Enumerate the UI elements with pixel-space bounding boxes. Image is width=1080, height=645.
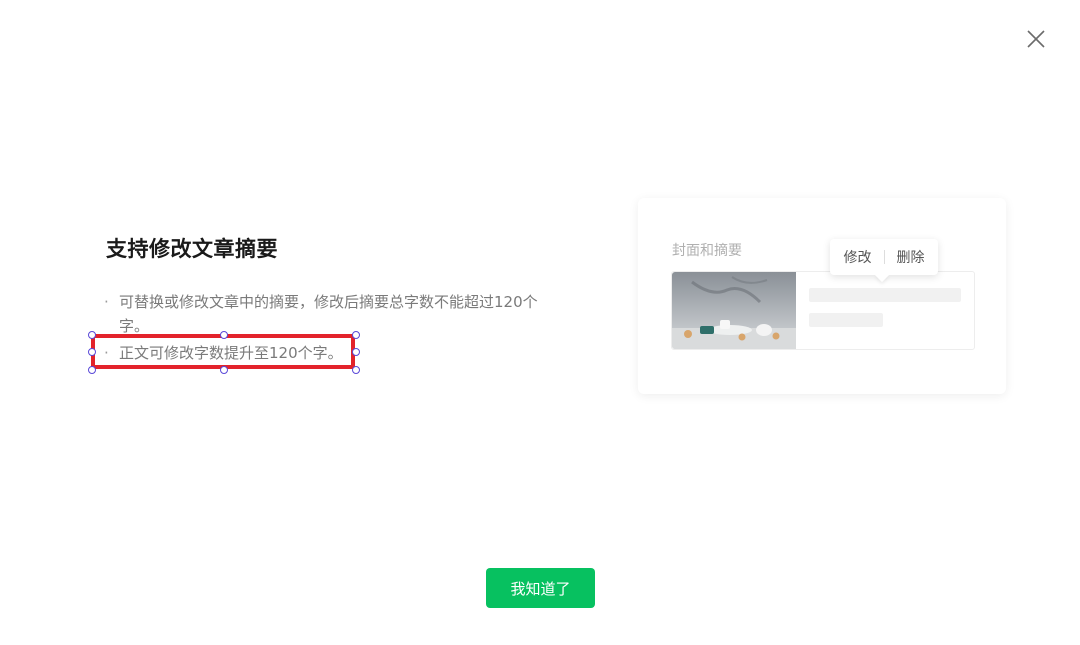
resize-handle[interactable] bbox=[352, 366, 360, 374]
edit-button[interactable]: 修改 bbox=[832, 247, 884, 267]
selection-highlight bbox=[91, 334, 355, 369]
feature-text: 可替换或修改文章中的摘要，修改后摘要总字数不能超过120个字。 bbox=[119, 293, 538, 335]
list-item: · 可替换或修改文章中的摘要，修改后摘要总字数不能超过120个字。 bbox=[104, 290, 566, 338]
delete-button[interactable]: 删除 bbox=[885, 247, 937, 267]
resize-handle[interactable] bbox=[352, 331, 360, 339]
summary-placeholder bbox=[809, 313, 883, 327]
resize-handle[interactable] bbox=[88, 366, 96, 374]
close-button[interactable] bbox=[1022, 25, 1050, 53]
section-label: 封面和摘要 bbox=[672, 243, 742, 259]
cover-summary-preview: 封面和摘要 修改 删除 bbox=[638, 198, 1006, 394]
confirm-button[interactable]: 我知道了 bbox=[486, 568, 595, 608]
close-icon bbox=[1027, 30, 1045, 48]
resize-handle[interactable] bbox=[88, 331, 96, 339]
announcement-dialog: 支持修改文章摘要 · 可替换或修改文章中的摘要，修改后摘要总字数不能超过120个… bbox=[0, 0, 1080, 645]
summary-placeholder bbox=[809, 288, 961, 302]
bullet-icon: · bbox=[104, 293, 109, 311]
edit-popover: 修改 删除 bbox=[830, 239, 938, 275]
resize-handle[interactable] bbox=[220, 331, 228, 339]
dialog-title: 支持修改文章摘要 bbox=[106, 237, 278, 261]
resize-handle[interactable] bbox=[220, 366, 228, 374]
cover-item bbox=[671, 271, 975, 350]
resize-handle[interactable] bbox=[88, 348, 96, 356]
resize-handle[interactable] bbox=[352, 348, 360, 356]
cover-image bbox=[672, 272, 796, 349]
